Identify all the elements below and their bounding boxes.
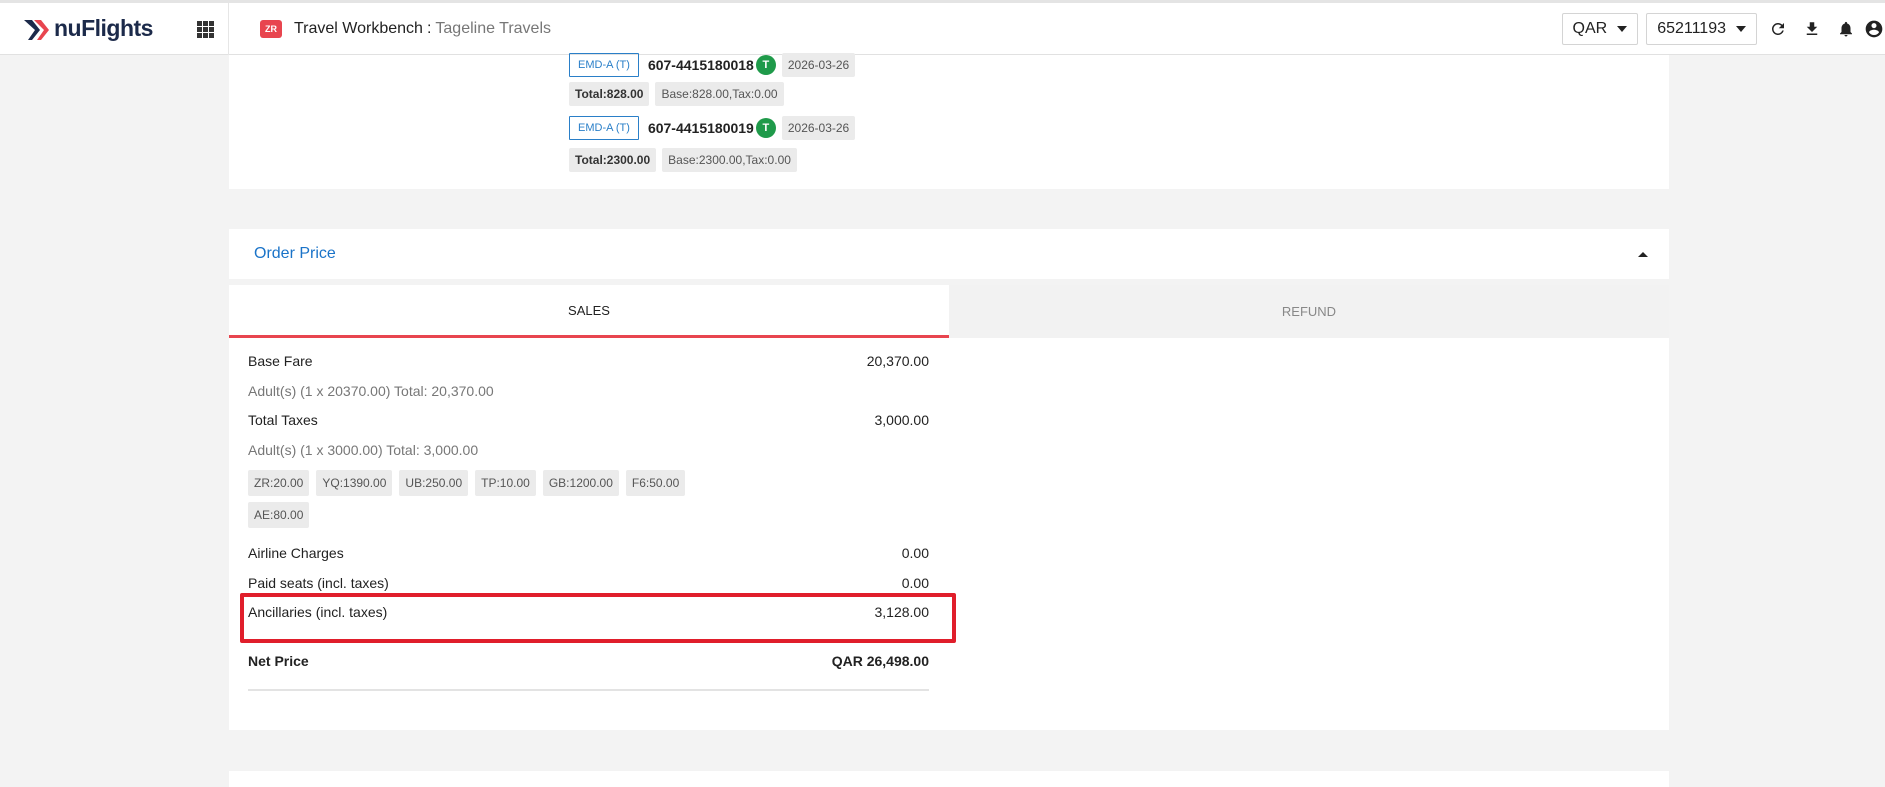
currency-value: QAR [1572, 20, 1608, 37]
summary-divider [248, 689, 929, 691]
emd-total: Total:2300.00 [569, 148, 657, 172]
apps-grid-icon[interactable] [197, 20, 214, 38]
refresh-button[interactable] [1761, 13, 1795, 45]
tax-chip: F6:50.00 [625, 470, 686, 496]
emd-panel: EMD-A (T) 607-4415180018 T 2026-03-26 To… [229, 53, 1669, 189]
notifications-button[interactable] [1829, 13, 1863, 45]
paid-seats-label: Paid seats (incl. taxes) [248, 575, 389, 591]
emd-breakdown: Base:2300.00,Tax:0.00 [662, 148, 797, 172]
logo-text: nuFlights [54, 15, 153, 41]
net-price-label: Net Price [248, 653, 309, 669]
ancillaries-label: Ancillaries (incl. taxes) [248, 604, 388, 620]
base-fare-detail-text: Adult(s) (1 x 20370.00) Total: 20,370.00 [248, 383, 494, 399]
download-button[interactable] [1795, 13, 1829, 45]
ancillaries-value: 3,128.00 [874, 604, 930, 620]
workbench-title: ZR Travel Workbench : Tageline Travels [229, 19, 552, 38]
emd-amount-row: Total:828.00 Base:828.00,Tax:0.00 [569, 82, 784, 106]
emd-type-tag: EMD-A (T) [569, 53, 639, 77]
next-section-panel [229, 771, 1669, 787]
total-taxes-value: 3,000.00 [874, 412, 930, 428]
ticketed-status-badge: T [755, 118, 776, 138]
emd-header-row: EMD-A (T) 607-4415180018 T 2026-03-26 [569, 53, 856, 77]
collapse-caret-icon[interactable] [1638, 252, 1648, 257]
app-logo[interactable]: nuFlights [0, 2, 229, 55]
tax-chip: TP:10.00 [475, 470, 536, 496]
tax-code-chips: AE:80.00 [248, 502, 316, 528]
download-icon [1806, 22, 1818, 35]
total-taxes-detail-text: Adult(s) (1 x 3000.00) Total: 3,000.00 [248, 442, 479, 458]
tax-chip: UB:250.00 [399, 470, 469, 496]
chevron-down-icon [1617, 26, 1628, 32]
total-taxes-label: Total Taxes [248, 412, 318, 428]
emd-header-row: EMD-A (T) 607-4415180019 T 2026-03-26 [569, 116, 856, 140]
emd-type-tag: EMD-A (T) [569, 116, 639, 140]
tax-chip: AE:80.00 [248, 502, 310, 528]
airline-charges-label: Airline Charges [248, 545, 344, 561]
paid-seats-value: 0.00 [901, 575, 929, 591]
tab-sales[interactable]: SALES [229, 285, 949, 338]
base-fare-value: 20,370.00 [866, 353, 929, 369]
user-icon [1865, 20, 1883, 38]
currency-dropdown[interactable]: QAR [1561, 13, 1639, 45]
top-right-controls: QAR 65211193 [1561, 3, 1885, 55]
ticketed-status-badge: T [755, 55, 776, 75]
emd-total: Total:828.00 [569, 82, 650, 106]
net-price-value: QAR 26,498.00 [831, 653, 929, 669]
tax-chip: GB:1200.00 [542, 470, 619, 496]
airline-charges-value: 0.00 [901, 545, 929, 561]
logo-mark-icon [22, 16, 52, 42]
order-price-panel: Order Price SALES REFUND Base Fare 20,37… [229, 229, 1669, 730]
order-price-header[interactable]: Order Price [229, 229, 1669, 279]
agency-name: Tageline Travels [435, 19, 552, 37]
account-value: 65211193 [1657, 20, 1726, 37]
refresh-icon [1771, 22, 1784, 35]
tab-refund[interactable]: REFUND [949, 285, 1669, 338]
order-price-title: Order Price [254, 245, 336, 262]
emd-amount-row: Total:2300.00 Base:2300.00,Tax:0.00 [569, 148, 797, 172]
chevron-down-icon [1736, 26, 1746, 32]
workbench-badge: ZR [260, 19, 282, 38]
account-dropdown[interactable]: 65211193 [1646, 13, 1757, 45]
user-menu-button[interactable] [1863, 13, 1885, 45]
emd-number[interactable]: 607-4415180019 [648, 120, 754, 136]
emd-date: 2026-03-26 [781, 116, 856, 140]
workbench-title-text: Travel Workbench [294, 19, 423, 37]
tax-chip: ZR:20.00 [248, 470, 310, 496]
emd-breakdown: Base:828.00,Tax:0.00 [655, 82, 784, 106]
title-separator: : [426, 19, 432, 37]
base-fare-label: Base Fare [248, 353, 313, 369]
emd-date: 2026-03-26 [781, 53, 856, 77]
emd-number[interactable]: 607-4415180018 [648, 57, 754, 73]
bell-icon [1840, 21, 1852, 37]
top-bar: nuFlights ZR Travel Workbench : Tageline… [0, 0, 1885, 55]
tax-code-chips: ZR:20.00 YQ:1390.00 UB:250.00 TP:10.00 G… [248, 470, 692, 496]
price-tabs: SALES REFUND [229, 285, 1669, 338]
tax-chip: YQ:1390.00 [316, 470, 393, 496]
